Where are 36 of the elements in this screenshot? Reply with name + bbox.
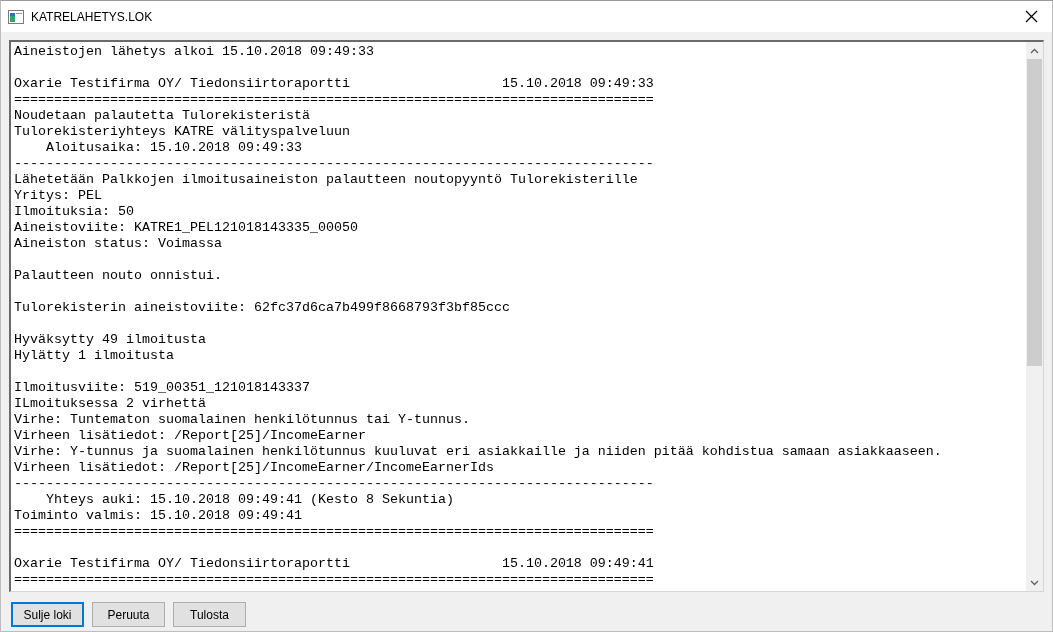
log-line: Virhe: Tuntematon suomalainen henkilötunnus tai Y-tunnus. (14, 412, 470, 428)
close-icon (1024, 10, 1038, 23)
app-icon (8, 9, 24, 24)
log-line: Yhteys auki: 15.10.2018 09:49:41 (Kesto 8 Sekuntia) (45, 492, 454, 508)
log-line: Yritys: PEL (14, 188, 102, 204)
log-line: Virhe: Y-tunnus ja suomalainen henkilötunnus kuuluvat eri asiakkaille ja niiden pitää kohdistua samaan asiakkaaseen. (14, 444, 942, 460)
scroll-thumb[interactable] (1027, 59, 1042, 366)
log-line: Virheen lisätiedot: /Report[25]/IncomeEarner/IncomeEarnerIds (14, 460, 494, 476)
log-line: Ilmoitusviite: 519_00351_121018143337 (14, 380, 310, 396)
log-line: ================================================================================ (14, 524, 654, 540)
log-line: Palautteen nouto onnistui. (14, 268, 222, 284)
log-line: ================================================================================ (14, 92, 654, 108)
log-line: Virheen lisätiedot: /Report[25]/IncomeEarner (14, 428, 366, 444)
log-line: Toiminto valmis: 15.10.2018 09:49:41 (14, 508, 302, 524)
log-line: Oxarie Testifirma OY/ Tiedonsiirtoraportti 15.10.2018 09:49:33 (14, 76, 654, 92)
log-line: Ilmoituksia: 50 (14, 204, 134, 220)
log-line: ================================================================================ (14, 572, 654, 588)
dialog-button[interactable]: Tulosta (173, 602, 246, 627)
log-line: -------------------------------------------------------------------------------- (14, 476, 654, 492)
dialog-button[interactable]: Peruuta (92, 602, 165, 627)
log-line: Aineistoviite: KATRE1_PEL121018143335_00050 (14, 220, 358, 236)
dialog-button[interactable]: Sulje loki (11, 602, 84, 627)
window-title: KATRELAHETYS.LOK (31, 9, 154, 24)
log-line: Tulorekisteriyhteys KATRE välityspalveluun (14, 124, 350, 140)
log-line: Noudetaan palautetta Tulorekisteristä (14, 108, 310, 124)
log-line: ILmoituksessa 2 virhettä (14, 396, 206, 412)
log-line: -------------------------------------------------------------------------------- (14, 156, 654, 172)
log-line: Hylätty 1 ilmoitusta (14, 348, 174, 364)
log-line: Aineiston status: Voimassa (14, 236, 222, 252)
scrollbar[interactable] (1026, 42, 1043, 591)
log-line: Aloitusaika: 15.10.2018 09:49:33 (45, 140, 302, 156)
log-line: Hyväksytty 49 ilmoitusta (14, 332, 206, 348)
log-line: Lähetetään Palkkojen ilmoitusaineiston palautteen noutopyyntö Tulorekisterille (14, 172, 638, 188)
log-line: Tulorekisterin aineistoviite: 62fc37d6ca7b499f8668793f3bf85ccc (14, 300, 510, 316)
log-line: Aineistojen lähetys alkoi 15.10.2018 09:49:33 (14, 44, 374, 60)
log-line: Oxarie Testifirma OY/ Tiedonsiirtoraportti 15.10.2018 09:49:41 (14, 556, 654, 572)
